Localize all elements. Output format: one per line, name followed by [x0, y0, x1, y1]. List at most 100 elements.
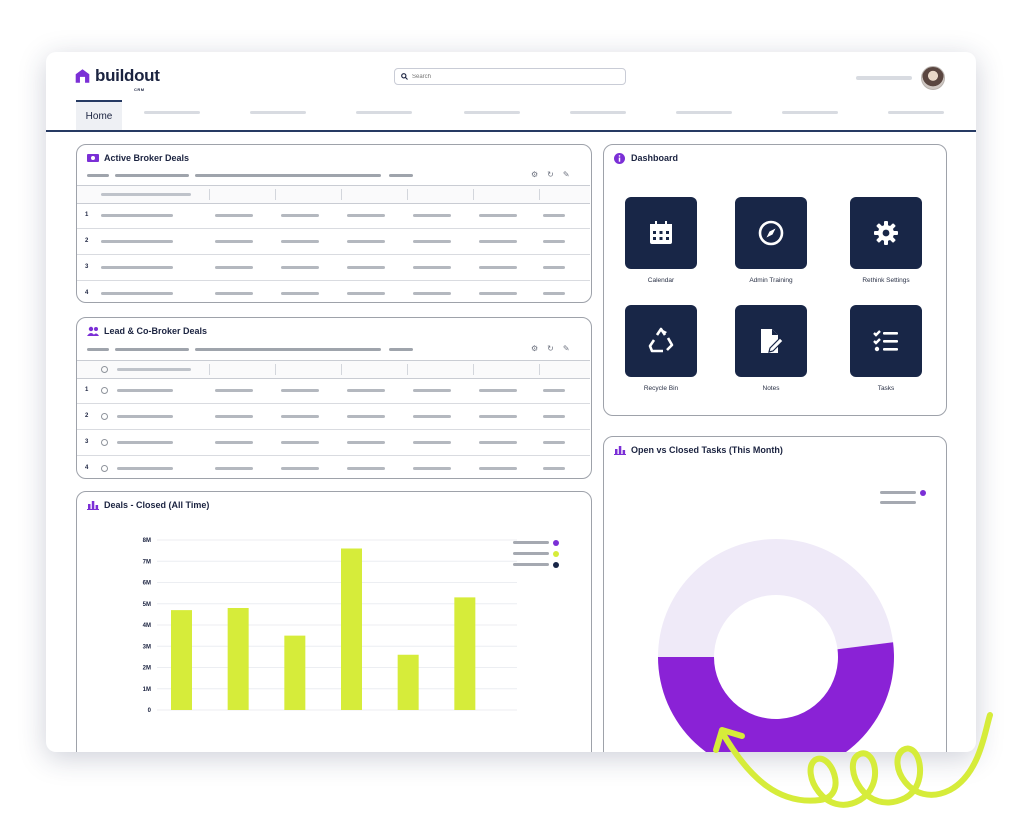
table-row[interactable]: 3 [77, 255, 590, 281]
tab-placeholder[interactable] [144, 111, 200, 114]
column-header[interactable] [473, 189, 535, 200]
admin-training-tile[interactable] [735, 197, 807, 269]
calendar-tile[interactable] [625, 197, 697, 269]
tab-placeholder[interactable] [356, 111, 412, 114]
cell-placeholder [543, 266, 565, 269]
tab-placeholder[interactable] [888, 111, 944, 114]
cell-placeholder [101, 266, 173, 269]
tab-placeholder[interactable] [782, 111, 838, 114]
cell-placeholder [117, 415, 173, 418]
legend-dot [553, 562, 559, 568]
header-placeholder[interactable] [101, 193, 191, 196]
legend-dot [920, 490, 926, 496]
search-box[interactable] [394, 68, 626, 85]
filter-placeholder[interactable] [389, 174, 413, 177]
filter-placeholder[interactable] [389, 348, 413, 351]
tab-placeholder[interactable] [464, 111, 520, 114]
edit-icon[interactable]: ✎ [563, 344, 570, 353]
column-header[interactable] [407, 189, 469, 200]
column-header[interactable] [473, 364, 535, 375]
cell-placeholder [347, 214, 385, 217]
column-header[interactable] [539, 189, 589, 200]
chart-icon [614, 446, 626, 455]
bar[interactable] [227, 608, 249, 710]
column-header[interactable] [209, 364, 271, 375]
bar[interactable] [454, 597, 476, 710]
filter-placeholder[interactable] [115, 348, 189, 351]
row-number: 4 [85, 290, 89, 296]
bar[interactable] [341, 548, 362, 711]
gear-icon[interactable]: ⚙ [531, 170, 538, 179]
notes-tile[interactable] [735, 305, 807, 377]
row-radio[interactable] [101, 465, 108, 472]
cell-placeholder [347, 415, 385, 418]
column-header[interactable] [539, 364, 589, 375]
legend-dot [553, 540, 559, 546]
gear-icon[interactable]: ⚙ [531, 344, 538, 353]
cell-placeholder [281, 214, 319, 217]
tile-label: Notes [762, 385, 780, 392]
filter-placeholder[interactable] [195, 348, 381, 351]
tasks-tile[interactable] [850, 305, 922, 377]
row-radio-checked[interactable] [101, 439, 108, 446]
row-number: 2 [85, 238, 89, 244]
filter-placeholder[interactable] [195, 174, 381, 177]
donut-slice[interactable] [658, 538, 894, 657]
bar[interactable] [171, 610, 192, 710]
table-row[interactable]: 1 [77, 203, 590, 229]
filter-placeholder[interactable] [87, 348, 109, 351]
table-row[interactable]: 1 [77, 378, 590, 404]
y-tick-label: 2M [143, 666, 151, 672]
cell-placeholder [413, 415, 451, 418]
search-input[interactable] [408, 73, 612, 80]
card-title: Open vs Closed Tasks (This Month) [631, 445, 783, 455]
logo[interactable]: buildout [74, 66, 160, 86]
y-tick-label: 7M [143, 559, 151, 565]
column-header[interactable] [209, 189, 271, 200]
avatar[interactable] [921, 66, 945, 90]
cell-placeholder [543, 214, 565, 217]
refresh-icon[interactable]: ↻ [547, 344, 554, 353]
filter-placeholder[interactable] [87, 174, 109, 177]
tab-placeholder[interactable] [676, 111, 732, 114]
cell-placeholder [281, 389, 319, 392]
y-tick-label: 5M [143, 602, 151, 608]
money-icon [87, 154, 99, 162]
tab-placeholder[interactable] [250, 111, 306, 114]
tab-home[interactable]: Home [76, 100, 122, 130]
select-all-radio[interactable] [101, 366, 108, 373]
row-radio-checked[interactable] [101, 413, 108, 420]
table-row[interactable]: 3 [77, 430, 590, 456]
column-header[interactable] [275, 364, 337, 375]
recycle-bin-tile[interactable] [625, 305, 697, 377]
legend-line [880, 491, 916, 494]
table-row[interactable]: 2 [77, 404, 590, 430]
column-header[interactable] [275, 189, 337, 200]
cell-placeholder [413, 214, 451, 217]
nav-tabs: Home [76, 100, 976, 130]
tab-placeholder[interactable] [570, 111, 626, 114]
column-header[interactable] [341, 189, 403, 200]
bar[interactable] [284, 635, 306, 710]
column-header[interactable] [341, 364, 403, 375]
cell-placeholder [543, 292, 565, 295]
table-row[interactable]: 2 [77, 229, 590, 255]
cell-placeholder [413, 441, 451, 444]
bar[interactable] [397, 654, 419, 710]
row-radio[interactable] [101, 387, 108, 394]
cell-placeholder [413, 389, 451, 392]
compass-icon [758, 220, 784, 246]
table-row[interactable]: 4 [77, 281, 590, 306]
people-icon [87, 326, 99, 336]
header-placeholder[interactable] [117, 368, 191, 371]
table-row[interactable]: 4 [77, 456, 590, 481]
cell-placeholder [347, 389, 385, 392]
filter-placeholder[interactable] [115, 174, 189, 177]
cell-placeholder [479, 214, 517, 217]
refresh-icon[interactable]: ↻ [547, 170, 554, 179]
edit-icon[interactable]: ✎ [563, 170, 570, 179]
cell-placeholder [117, 389, 173, 392]
column-header[interactable] [407, 364, 469, 375]
rethink-settings-tile[interactable] [850, 197, 922, 269]
cell-placeholder [215, 266, 253, 269]
